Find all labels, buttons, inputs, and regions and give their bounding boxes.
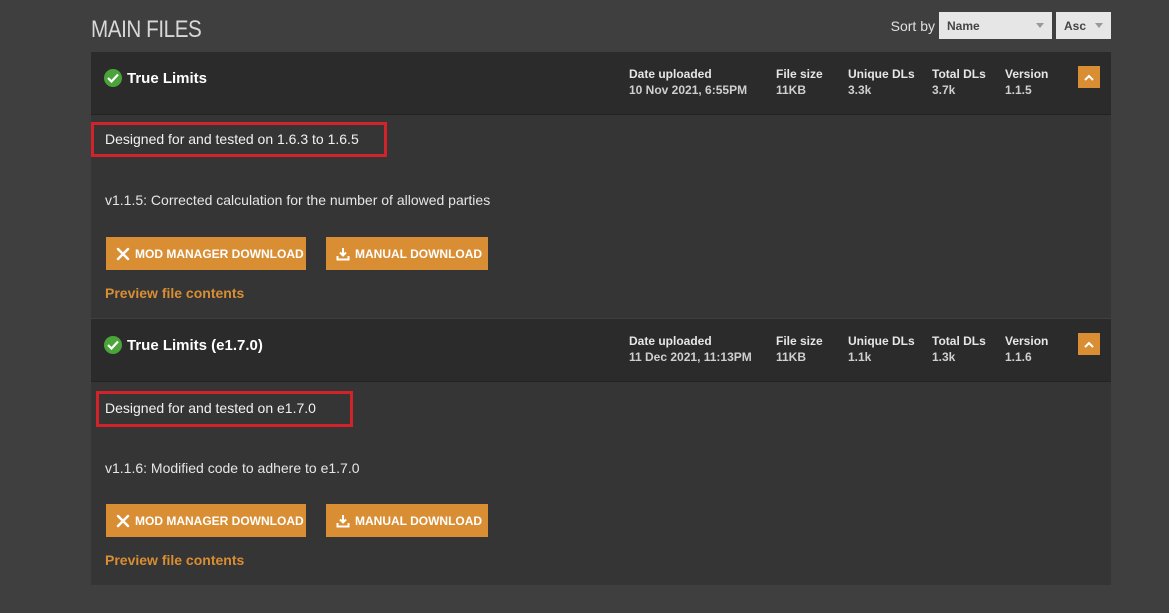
stat-label: Version — [1005, 334, 1049, 348]
mod-manager-download-button[interactable]: MOD MANAGER DOWNLOAD — [106, 504, 306, 537]
stat-value: 1.3k — [932, 350, 956, 364]
preview-file-contents-link[interactable]: Preview file contents — [105, 552, 244, 568]
preview-file-contents-link[interactable]: Preview file contents — [105, 285, 244, 301]
check-circle-icon — [104, 69, 122, 87]
stat-total-dls: Total DLs 1.3k — [932, 333, 986, 365]
stat-label: File size — [776, 334, 823, 348]
stat-date-uploaded: Date uploaded 11 Dec 2021, 11:13PM — [629, 333, 752, 365]
stat-value: 11KB — [776, 83, 807, 97]
button-label: MOD MANAGER DOWNLOAD — [135, 246, 304, 261]
button-label: MANUAL DOWNLOAD — [355, 246, 483, 261]
manual-download-button[interactable]: MANUAL DOWNLOAD — [326, 237, 488, 270]
stat-label: Date uploaded — [629, 67, 712, 81]
mod-manager-download-button[interactable]: MOD MANAGER DOWNLOAD — [106, 237, 306, 270]
file-card: True Limits (e1.7.0) Date uploaded 11 De… — [91, 319, 1111, 585]
file-changelog: v1.1.6: Modified code to adhere to e1.7.… — [105, 460, 360, 476]
stat-value: 1.1.6 — [1005, 350, 1032, 364]
stat-value: 1.1.5 — [1005, 83, 1032, 97]
sort-direction-value: Asc — [1064, 18, 1087, 33]
stat-label: Unique DLs — [848, 67, 915, 81]
file-description: Designed for and tested on 1.6.3 to 1.6.… — [105, 131, 359, 147]
stat-label: Total DLs — [932, 67, 986, 81]
file-changelog: v1.1.5: Corrected calculation for the nu… — [105, 192, 491, 208]
collapse-button[interactable] — [1078, 66, 1100, 88]
file-header[interactable]: True Limits (e1.7.0) Date uploaded 11 De… — [91, 319, 1111, 382]
stat-value: 3.7k — [932, 83, 956, 97]
collapse-button[interactable] — [1078, 333, 1100, 355]
stat-label: Date uploaded — [629, 334, 712, 348]
vortex-icon — [116, 247, 130, 260]
chevron-up-icon — [1084, 74, 1094, 81]
stat-date-uploaded: Date uploaded 10 Nov 2021, 6:55PM — [629, 66, 747, 98]
manual-download-button[interactable]: MANUAL DOWNLOAD — [326, 504, 488, 537]
chevron-down-icon — [1095, 23, 1103, 28]
stat-value: 11KB — [776, 350, 807, 364]
check-circle-icon — [104, 336, 122, 354]
stat-file-size: File size 11KB — [776, 333, 823, 365]
stat-value: 3.3k — [848, 83, 872, 97]
page-title: MAIN FILES — [91, 16, 202, 43]
stat-unique-dls: Unique DLs 3.3k — [848, 66, 915, 98]
chevron-down-icon — [1036, 23, 1044, 28]
stat-value: 1.1k — [848, 350, 872, 364]
file-name: True Limits — [127, 70, 208, 87]
chevron-up-icon — [1084, 341, 1094, 348]
sort-field-value: Name — [947, 18, 980, 33]
file-name: True Limits (e1.7.0) — [127, 337, 263, 354]
file-header[interactable]: True Limits Date uploaded 10 Nov 2021, 6… — [91, 52, 1111, 115]
stat-version: Version 1.1.6 — [1005, 333, 1048, 365]
stat-total-dls: Total DLs 3.7k — [932, 66, 986, 98]
sort-field-select[interactable]: Name — [939, 12, 1052, 39]
button-label: MANUAL DOWNLOAD — [355, 513, 483, 528]
stat-value: 10 Nov 2021, 6:55PM — [629, 83, 748, 97]
stat-unique-dls: Unique DLs 1.1k — [848, 333, 915, 365]
download-icon — [336, 247, 350, 260]
vortex-icon — [116, 514, 130, 527]
main-files-section: MAIN FILES Sort by Name Asc True Limits … — [91, 0, 1111, 613]
stat-value: 11 Dec 2021, 11:13PM — [629, 350, 752, 364]
stat-label: Total DLs — [932, 334, 986, 348]
stat-label: Unique DLs — [848, 334, 915, 348]
stat-version: Version 1.1.5 — [1005, 66, 1048, 98]
stat-file-size: File size 11KB — [776, 66, 823, 98]
sort-controls: Sort by Name Asc — [891, 12, 1111, 39]
button-label: MOD MANAGER DOWNLOAD — [135, 513, 304, 528]
stat-label: Version — [1005, 67, 1049, 81]
file-card: True Limits Date uploaded 10 Nov 2021, 6… — [91, 52, 1111, 318]
sort-direction-select[interactable]: Asc — [1056, 12, 1111, 39]
stat-label: File size — [776, 67, 823, 81]
file-description: Designed for and tested on e1.7.0 — [105, 400, 316, 416]
download-icon — [336, 514, 350, 527]
sort-label: Sort by — [890, 17, 935, 34]
